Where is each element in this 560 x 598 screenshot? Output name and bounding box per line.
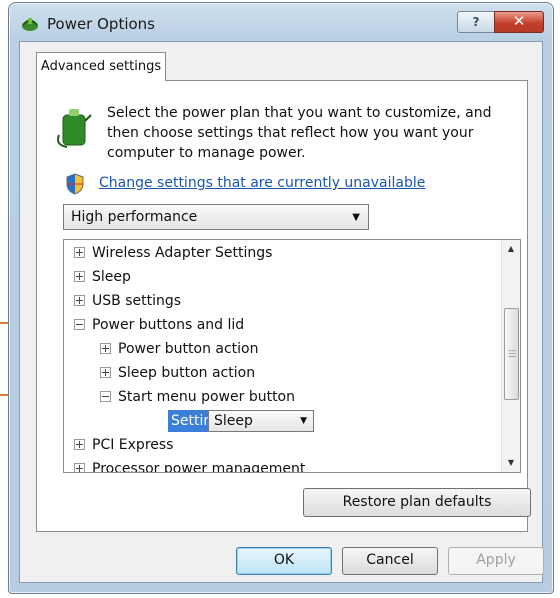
scroll-thumb[interactable]: — — — [504, 308, 519, 400]
collapse-icon[interactable] [100, 391, 111, 402]
restore-plan-defaults-button[interactable]: Restore plan defaults [303, 488, 531, 517]
expand-icon[interactable] [74, 295, 85, 306]
advanced-settings-panel: Select the power plan that you want to c… [36, 80, 531, 532]
tree-item-start-menu-power-button[interactable]: Start menu power button [100, 386, 295, 408]
grip-icon: — — — [508, 346, 516, 361]
window-title: Power Options [47, 15, 155, 33]
expand-icon[interactable] [74, 463, 85, 472]
chevron-down-icon: ▼ [300, 416, 307, 426]
power-options-window: Power Options ? ✕ Advanced settings Sele… [8, 2, 554, 594]
power-plan-value: High performance [71, 209, 198, 225]
power-options-icon [22, 18, 38, 31]
tree-item-label: Processor power management [92, 461, 306, 473]
scroll-up-arrow-icon[interactable]: ▲ [502, 240, 520, 258]
description-text: Select the power plan that you want to c… [107, 105, 492, 161]
settings-tree[interactable]: Wireless Adapter Settings Sleep USB sett… [63, 239, 521, 473]
tree-item-wireless-adapter[interactable]: Wireless Adapter Settings [74, 242, 272, 264]
tree-item-label: Start menu power button [118, 389, 295, 405]
power-plan-dropdown[interactable]: High performance ▼ [63, 204, 369, 230]
tree-item-label: USB settings [92, 293, 182, 309]
tree-item-sleep-button-action[interactable]: Sleep button action [100, 362, 255, 384]
ok-button[interactable]: OK [236, 547, 332, 575]
expand-icon[interactable] [100, 343, 111, 354]
cancel-button[interactable]: Cancel [342, 547, 438, 575]
tree-item-label: Power buttons and lid [92, 317, 245, 333]
tree-item-label: PCI Express [92, 437, 174, 453]
scroll-down-arrow-icon[interactable]: ▼ [502, 454, 520, 472]
chevron-down-icon: ▼ [352, 212, 360, 223]
setting-value: Sleep [214, 413, 253, 429]
title-bar[interactable]: Power Options ? ✕ [9, 3, 553, 41]
tree-item-label: Power button action [118, 341, 259, 357]
change-settings-link[interactable]: Change settings that are currently unava… [99, 175, 425, 191]
tree-item-label: Sleep button action [118, 365, 256, 381]
collapse-icon[interactable] [74, 319, 85, 330]
tree-item-sleep[interactable]: Sleep [74, 266, 131, 288]
uac-shield-icon [66, 173, 84, 195]
expand-icon[interactable] [74, 271, 85, 282]
close-button[interactable]: ✕ [494, 11, 544, 33]
tree-scrollbar[interactable]: ▲ — — — ▼ [501, 240, 520, 472]
tab-advanced-settings[interactable]: Advanced settings [36, 52, 166, 81]
dialog-client-area: Advanced settings Select the power plan … [19, 41, 544, 583]
battery-plug-icon [57, 109, 92, 148]
expand-icon[interactable] [74, 247, 85, 258]
tree-item-label: Sleep [92, 269, 131, 285]
expand-icon[interactable] [74, 439, 85, 450]
tree-item-power-buttons-lid[interactable]: Power buttons and lid [74, 314, 244, 336]
setting-value-dropdown[interactable]: Sleep ▼ [208, 410, 314, 432]
tree-item-processor-power-management[interactable]: Processor power management [74, 458, 306, 473]
help-button[interactable]: ? [457, 11, 495, 33]
tree-item-label: Wireless Adapter Settings [92, 245, 273, 261]
tree-item-power-button-action[interactable]: Power button action [100, 338, 259, 360]
apply-button[interactable]: Apply [448, 547, 544, 575]
tree-item-pci-express[interactable]: PCI Express [74, 434, 173, 456]
tree-item-usb-settings[interactable]: USB settings [74, 290, 181, 312]
expand-icon[interactable] [100, 367, 111, 378]
